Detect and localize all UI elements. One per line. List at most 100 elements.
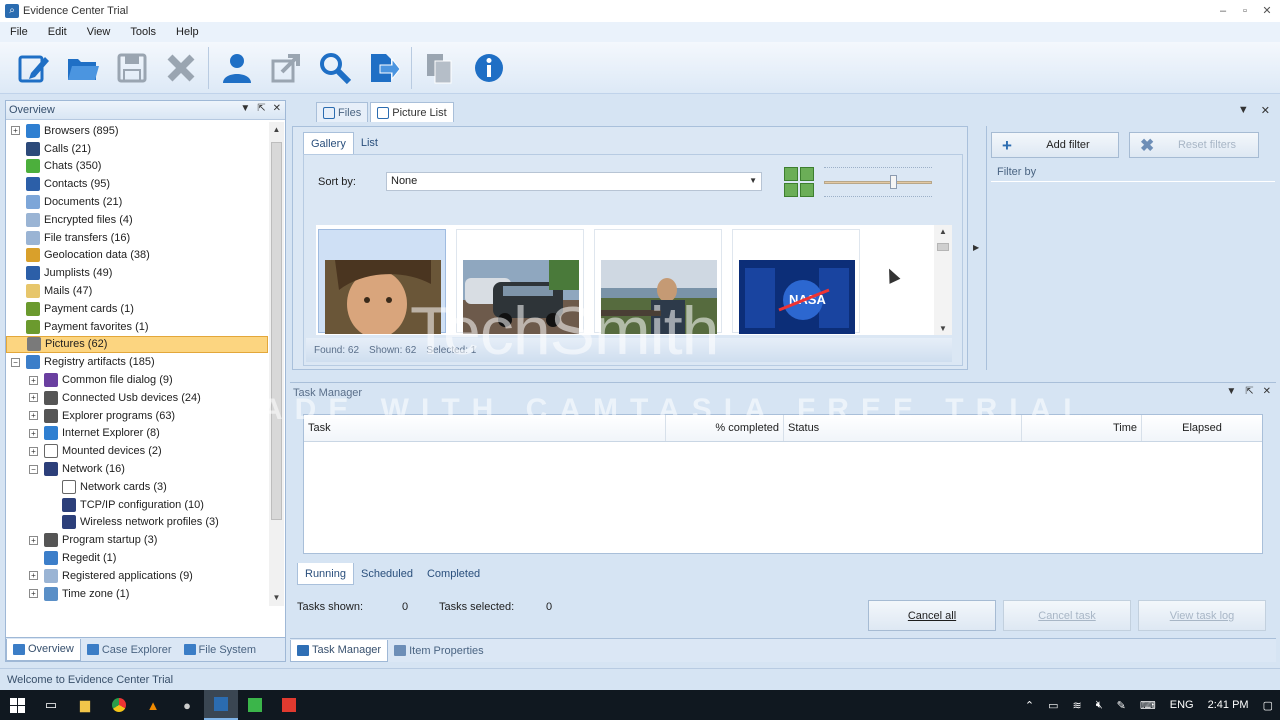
user-button[interactable] [217, 48, 257, 88]
overview-scrollbar[interactable]: ▲ ▼ [269, 122, 284, 606]
zoom-slider[interactable] [824, 167, 932, 197]
grid-view-icon[interactable] [800, 167, 814, 181]
tree-item[interactable]: Network cards (3) [6, 478, 268, 496]
wifi-icon[interactable]: ≋ [1073, 699, 1082, 712]
scroll-up-icon[interactable]: ▲ [269, 122, 284, 138]
dropdown-icon[interactable]: ▼ [1238, 104, 1249, 117]
menu-file[interactable]: File [0, 26, 38, 38]
tree-item[interactable]: + Browsers (895) [6, 122, 268, 140]
taskbar-recorder[interactable] [272, 690, 306, 720]
scroll-thumb[interactable] [937, 243, 949, 251]
open-button[interactable] [63, 48, 103, 88]
tree-item[interactable]: Contacts (95) [6, 175, 268, 193]
tree-item[interactable]: + Registered applications (9) [6, 567, 268, 585]
taskbar-app[interactable]: ● [170, 690, 204, 720]
report-button[interactable] [364, 48, 404, 88]
tree-item[interactable]: Payment favorites (1) [6, 318, 268, 336]
pin-icon[interactable]: ⇱ [257, 103, 265, 114]
tree-item[interactable]: − Network (16) [6, 460, 268, 478]
menu-edit[interactable]: Edit [38, 26, 77, 38]
scroll-thumb[interactable] [271, 142, 282, 520]
dropdown-icon[interactable]: ▼ [240, 103, 250, 114]
menu-help[interactable]: Help [166, 26, 209, 38]
cancel-task-button[interactable]: Cancel task [1003, 600, 1131, 631]
task-view-button[interactable]: ▭ [34, 690, 68, 720]
expand-toggle-icon[interactable]: + [11, 126, 20, 136]
grid-view-icon[interactable] [800, 183, 814, 197]
minimize-icon[interactable]: – [1212, 2, 1234, 20]
expand-arrow-icon[interactable]: ▶ [973, 243, 979, 252]
col-elapsed[interactable]: Elapsed [1142, 415, 1262, 441]
taskbar-evidence-center[interactable] [204, 690, 238, 720]
scroll-up-icon[interactable]: ▲ [934, 227, 952, 236]
info-button[interactable] [469, 48, 509, 88]
tree-item[interactable]: Geolocation data (38) [6, 247, 268, 265]
expand-toggle-icon[interactable]: + [29, 446, 38, 456]
tree-item[interactable]: + Program startup (3) [6, 531, 268, 549]
close-icon[interactable]: ✕ [1263, 386, 1271, 397]
scroll-down-icon[interactable]: ▼ [934, 324, 952, 333]
tree-item[interactable]: + Mounted devices (2) [6, 442, 268, 460]
expand-toggle-icon[interactable]: − [29, 464, 38, 474]
sort-select[interactable]: None ▼ [386, 172, 762, 191]
keyboard-icon[interactable]: ⌨ [1140, 699, 1156, 712]
expand-toggle-icon[interactable]: + [29, 428, 38, 438]
add-filter-button[interactable]: + Add filter [991, 132, 1119, 158]
expand-toggle-icon[interactable]: + [29, 535, 38, 545]
taskbar-vlc[interactable]: ▲ [136, 690, 170, 720]
tree-item[interactable]: + Common file dialog (9) [6, 371, 268, 389]
tab-scheduled[interactable]: Scheduled [354, 563, 420, 585]
tab-completed[interactable]: Completed [420, 563, 487, 585]
taskbar-camtasia[interactable] [238, 690, 272, 720]
tab-list[interactable]: List [354, 132, 385, 154]
export-button[interactable] [266, 48, 306, 88]
close-icon[interactable]: ✕ [1256, 2, 1278, 20]
tree-item[interactable]: Mails (47) [6, 282, 268, 300]
close-icon[interactable]: ✕ [273, 103, 281, 114]
tree-item[interactable]: Encrypted files (4) [6, 211, 268, 229]
grid-view-icon[interactable] [784, 183, 798, 197]
search-button[interactable] [315, 48, 355, 88]
chevron-up-icon[interactable]: ⌃ [1025, 699, 1034, 712]
tab-file-system[interactable]: File System [178, 639, 262, 661]
grid-view-icon[interactable] [784, 167, 798, 181]
expand-toggle-icon[interactable]: − [11, 357, 20, 367]
tree-item[interactable]: Calls (21) [6, 140, 268, 158]
language-indicator[interactable]: ENG [1170, 699, 1194, 711]
tab-item-properties[interactable]: Item Properties [388, 640, 490, 662]
tree-item[interactable]: TCP/IP configuration (10) [6, 496, 268, 514]
menu-tools[interactable]: Tools [120, 26, 166, 38]
tree-item[interactable]: − Registry artifacts (185) [6, 353, 268, 371]
cancel-all-button[interactable]: Cancel all [868, 600, 996, 631]
view-mode-buttons[interactable] [784, 167, 814, 197]
pin-icon[interactable]: ⇱ [1245, 386, 1253, 397]
tree-item[interactable]: + Internet Explorer (8) [6, 425, 268, 443]
expand-toggle-icon[interactable]: + [29, 393, 38, 403]
tab-files[interactable]: Files [316, 102, 369, 122]
expand-toggle-icon[interactable]: + [29, 571, 38, 581]
pen-icon[interactable]: ✎ [1117, 699, 1126, 712]
tree-item[interactable]: + Time zone (1) [6, 585, 268, 603]
taskbar-chrome[interactable] [102, 690, 136, 720]
tab-overview[interactable]: Overview [6, 638, 81, 661]
tab-gallery[interactable]: Gallery [303, 132, 354, 154]
slider-thumb[interactable] [890, 175, 897, 189]
tab-running[interactable]: Running [297, 563, 354, 585]
taskbar-file-explorer[interactable]: ▆ [68, 690, 102, 720]
tree-item[interactable]: Documents (21) [6, 193, 268, 211]
tree-item[interactable]: Jumplists (49) [6, 264, 268, 282]
thumbnail-scrollbar[interactable]: ▲ ▼ [934, 225, 952, 335]
dropdown-icon[interactable]: ▼ [1226, 386, 1236, 397]
tab-case-explorer[interactable]: Case Explorer [81, 639, 178, 661]
new-case-button[interactable] [14, 48, 54, 88]
expand-toggle-icon[interactable]: + [29, 375, 38, 385]
tree-item[interactable]: Payment cards (1) [6, 300, 268, 318]
volume-mute-icon[interactable]: 🔇︎ [1096, 699, 1103, 712]
expand-toggle-icon[interactable]: + [29, 411, 38, 421]
tree-item[interactable]: File transfers (16) [6, 229, 268, 247]
reset-filters-button[interactable]: ✖ Reset filters [1129, 132, 1259, 158]
tab-task-manager[interactable]: Task Manager [290, 639, 389, 662]
battery-icon[interactable]: ▭ [1048, 699, 1058, 712]
scroll-down-icon[interactable]: ▼ [269, 590, 284, 606]
menu-view[interactable]: View [77, 26, 121, 38]
